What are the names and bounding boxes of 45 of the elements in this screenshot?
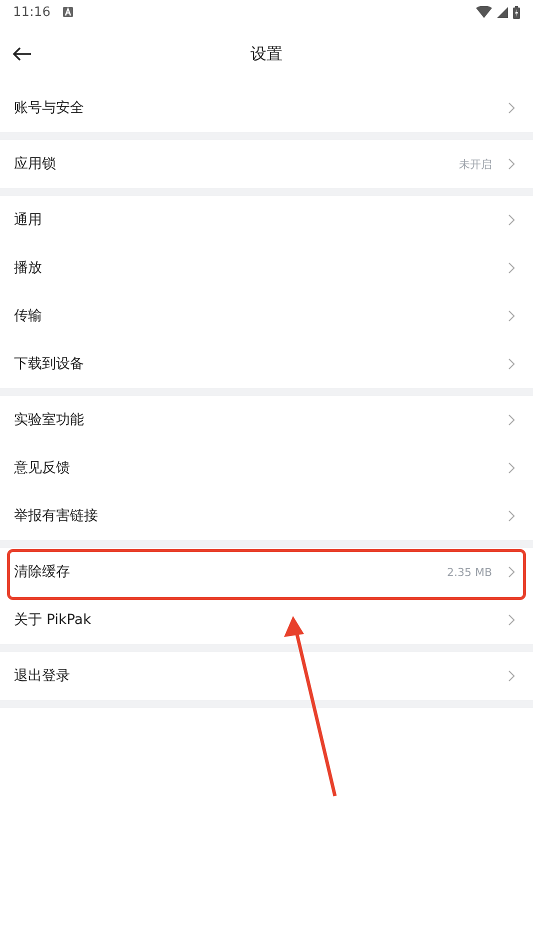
item-label: 举报有害链接 — [14, 507, 98, 525]
chevron-icon — [508, 462, 515, 474]
chevron-icon — [508, 566, 515, 578]
chevron-icon — [508, 414, 515, 426]
chevron-icon — [508, 214, 515, 226]
item-label: 播放 — [14, 259, 42, 277]
item-label: 下载到设备 — [14, 355, 84, 373]
chevron-icon — [508, 614, 515, 626]
chevron-icon — [508, 262, 515, 274]
item-label: 关于 PikPak — [14, 611, 92, 629]
chevron-icon — [508, 102, 515, 114]
item-label: 应用锁 — [14, 155, 56, 173]
item-label: 实验室功能 — [14, 411, 84, 429]
chevron-icon — [508, 310, 515, 322]
page-title: 设置 — [250, 44, 282, 64]
settings-item[interactable]: 下载到设备 — [0, 340, 533, 388]
item-label: 退出登录 — [14, 667, 70, 685]
item-label: 清除缓存 — [14, 563, 70, 581]
item-label: 意见反馈 — [14, 459, 70, 477]
item-label: 传输 — [14, 307, 42, 325]
chevron-icon — [508, 510, 515, 522]
chevron-icon — [508, 670, 515, 682]
settings-item[interactable]: 播放 — [0, 244, 533, 292]
item-value: 2.35 MB — [446, 566, 492, 578]
settings-item[interactable]: 意见反馈 — [0, 444, 533, 492]
chevron-icon — [508, 358, 515, 370]
battery-icon — [513, 6, 520, 18]
item-label: 账号与安全 — [14, 99, 84, 117]
settings-item[interactable]: 应用锁 未开启 — [0, 140, 533, 188]
settings-item[interactable]: 举报有害链接 — [0, 492, 533, 540]
item-label: 通用 — [14, 211, 42, 229]
back-arrow-icon[interactable] — [12, 46, 32, 62]
settings-item[interactable]: 关于 PikPak — [0, 596, 533, 644]
item-value: 未开启 — [459, 156, 492, 172]
settings-item[interactable]: 账号与安全 — [0, 84, 533, 132]
settings-item[interactable]: 传输 — [0, 292, 533, 340]
settings-item[interactable]: 通用 — [0, 196, 533, 244]
chevron-icon — [508, 158, 515, 170]
settings-item[interactable]: 退出登录 — [0, 652, 533, 700]
notification-icon — [63, 7, 74, 17]
settings-item[interactable]: 清除缓存 2.35 MB — [0, 548, 533, 596]
status-time: 11:16 — [13, 4, 50, 20]
wifi-icon — [476, 6, 492, 18]
settings-item[interactable]: 实验室功能 — [0, 396, 533, 444]
signal-icon — [497, 6, 508, 18]
